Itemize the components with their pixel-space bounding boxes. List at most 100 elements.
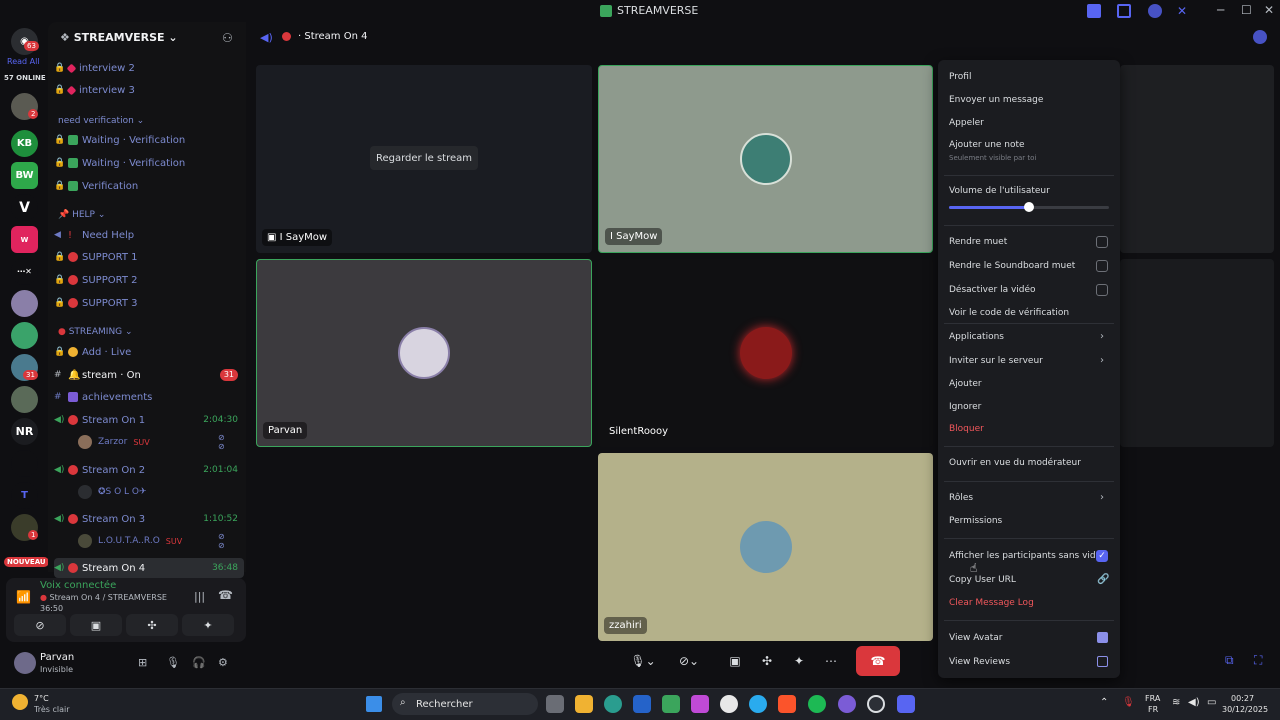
chrome-icon[interactable] [720, 695, 738, 713]
chatgpt-icon[interactable] [867, 695, 885, 713]
headphones-icon[interactable]: 🎧 [192, 656, 206, 669]
video-tile[interactable] [1120, 65, 1274, 253]
camera-button[interactable]: ⊘⌄ [672, 646, 706, 676]
taskbar-search[interactable]: ⌕ Rechercher [392, 693, 538, 715]
category-help[interactable]: 📌 HELP ⌄ [58, 210, 105, 220]
voice-channel-stream-on-1[interactable]: ◀) Stream On 1 2:04:30 [54, 410, 244, 430]
menu-add-friend[interactable]: Ajouter [949, 379, 982, 389]
minimize-icon[interactable]: ─ [1217, 3, 1224, 17]
menu-copy-user-url[interactable]: Copy User URL [949, 575, 1016, 585]
voice-channel-path[interactable]: ● Stream On 4 / STREAMVERSE [40, 593, 167, 602]
show-no-video-checkbox[interactable]: ✓ [1096, 550, 1108, 562]
noise-suppression-icon[interactable]: ||| [194, 590, 205, 603]
channel-stream-on[interactable]: # 🔔 stream · On 31 [54, 365, 244, 385]
volume-icon[interactable]: ◀) [1188, 697, 1200, 708]
menu-ignore[interactable]: Ignorer [949, 402, 981, 412]
channel-achievements[interactable]: # achievements [54, 387, 244, 407]
spotify-icon[interactable] [808, 695, 826, 713]
voice-channel-stream-on-3[interactable]: ◀) Stream On 3 1:10:52 [54, 509, 244, 529]
microphone-icon[interactable]: 🎙 [1122, 697, 1135, 708]
menu-disable-video[interactable]: Désactiver la vidéo [949, 285, 1036, 295]
menu-show-no-video[interactable]: Afficher les participants sans vidéo [949, 551, 1107, 561]
channel-waiting-verification[interactable]: 🔒 Waiting · Verification [54, 130, 244, 150]
menu-call[interactable]: Appeler [949, 118, 984, 128]
server-icon[interactable]: T [11, 482, 38, 509]
video-off-button[interactable]: ⊘ [14, 614, 66, 636]
language-indicator[interactable]: FRA [1145, 694, 1160, 703]
voice-member[interactable]: ✪S O L O✈ [78, 485, 147, 499]
brave-icon[interactable] [778, 695, 796, 713]
video-tile[interactable]: zzahiri [598, 453, 933, 641]
server-icon[interactable] [11, 290, 38, 317]
read-all-button[interactable]: Read All [7, 57, 40, 66]
share-screen-button[interactable]: ▣ [70, 614, 122, 636]
server-dots-icon[interactable]: ⋯✕ [11, 258, 38, 285]
channel-interview-3[interactable]: 🔒 interview 3 [54, 80, 244, 100]
chat-icon[interactable] [1253, 30, 1267, 44]
menu-add-note[interactable]: Ajouter une note [949, 140, 1025, 150]
menu-applications[interactable]: Applications [949, 332, 1004, 342]
chevron-up-icon[interactable]: ⌃ [1100, 697, 1108, 708]
microphone-icon[interactable]: 🎙 [166, 656, 180, 669]
avatar[interactable] [14, 652, 36, 674]
voice-channel-stream-on-2[interactable]: ◀) Stream On 2 2:01:04 [54, 460, 244, 480]
edge-icon[interactable] [604, 695, 622, 713]
microphone-button[interactable]: 🎙⌄ [626, 646, 660, 676]
channel-support-3[interactable]: 🔒 SUPPORT 3 [54, 293, 244, 313]
soundboard-button[interactable]: ✦ [788, 646, 810, 676]
voice-member[interactable]: Zarzor SUV ⊘ ⊘ [78, 433, 225, 451]
menu-permissions[interactable]: Permissions [949, 516, 1002, 526]
channel-add-live[interactable]: 🔒 Add · Live [54, 342, 244, 362]
popout-icon[interactable]: ⧉ [1225, 653, 1234, 668]
channel-interview-2[interactable]: 🔒 interview 2 [54, 58, 244, 78]
clock-time[interactable]: 00:27 [1231, 694, 1254, 703]
maximize-icon[interactable]: ☐ [1241, 3, 1252, 17]
flag-icon[interactable] [1087, 4, 1101, 18]
server-wideal-icon[interactable]: W [11, 226, 38, 253]
soundboard-button[interactable]: ✦ [182, 614, 234, 636]
windows-start-icon[interactable] [366, 696, 382, 712]
watch-stream-button[interactable]: Regarder le stream [370, 146, 478, 170]
menu-block[interactable]: Bloquer [949, 424, 984, 434]
signal-icon[interactable]: 📶 [16, 590, 31, 604]
gamepad-icon[interactable]: ⊞ [138, 656, 147, 669]
menu-view-avatar[interactable]: View Avatar [949, 633, 1002, 643]
server-v-icon[interactable]: V [11, 194, 38, 221]
app-icon[interactable] [691, 695, 709, 713]
video-tile[interactable] [1120, 259, 1274, 447]
menu-mute-soundboard[interactable]: Rendre le Soundboard muet [949, 261, 1075, 271]
server-icon[interactable] [11, 322, 38, 349]
add-member-icon[interactable]: ⚇ [222, 31, 233, 45]
activities-button[interactable]: ✣ [126, 614, 178, 636]
server-nr-icon[interactable]: NR [11, 418, 38, 445]
menu-moderator-view[interactable]: Ouvrir en vue du modérateur [949, 458, 1081, 468]
category-streaming[interactable]: ● STREAMING ⌄ [58, 327, 133, 337]
video-tile[interactable]: I SayMow [598, 65, 933, 253]
mute-checkbox[interactable] [1096, 236, 1108, 248]
fullscreen-icon[interactable]: ⛶ [1254, 653, 1262, 668]
video-tile[interactable]: SilentRoooy [598, 259, 933, 447]
hang-up-button[interactable]: ☎ [856, 646, 900, 676]
server-icon[interactable] [11, 386, 38, 413]
voice-channel-stream-on-4[interactable]: ◀) Stream On 4 36:48 [54, 558, 244, 578]
category-need-verification[interactable]: need verification ⌄ [58, 116, 144, 126]
menu-invite[interactable]: Inviter sur le serveur [949, 356, 1043, 366]
server-kb-icon[interactable]: KB [11, 130, 38, 157]
channel-support-1[interactable]: 🔒 SUPPORT 1 [54, 247, 244, 267]
wifi-icon[interactable]: ≋ [1172, 697, 1180, 708]
menu-roles[interactable]: Rôles [949, 493, 973, 503]
mute-soundboard-checkbox[interactable] [1096, 260, 1108, 272]
discord-taskbar-icon[interactable] [897, 695, 915, 713]
volume-slider-handle[interactable] [1024, 202, 1034, 212]
channel-need-help[interactable]: ◀! Need Help [54, 225, 244, 245]
inbox-icon[interactable] [1117, 4, 1131, 18]
more-options-button[interactable]: ⋯ [820, 646, 842, 676]
file-explorer-icon[interactable] [575, 695, 593, 713]
app-icon[interactable] [838, 695, 856, 713]
task-view-icon[interactable] [546, 695, 564, 713]
tools-icon[interactable]: ✕ [1177, 4, 1191, 18]
disable-video-checkbox[interactable] [1096, 284, 1108, 296]
server-bw-icon[interactable]: BW [11, 162, 38, 189]
outlook-icon[interactable] [633, 695, 651, 713]
app-icon[interactable] [662, 695, 680, 713]
